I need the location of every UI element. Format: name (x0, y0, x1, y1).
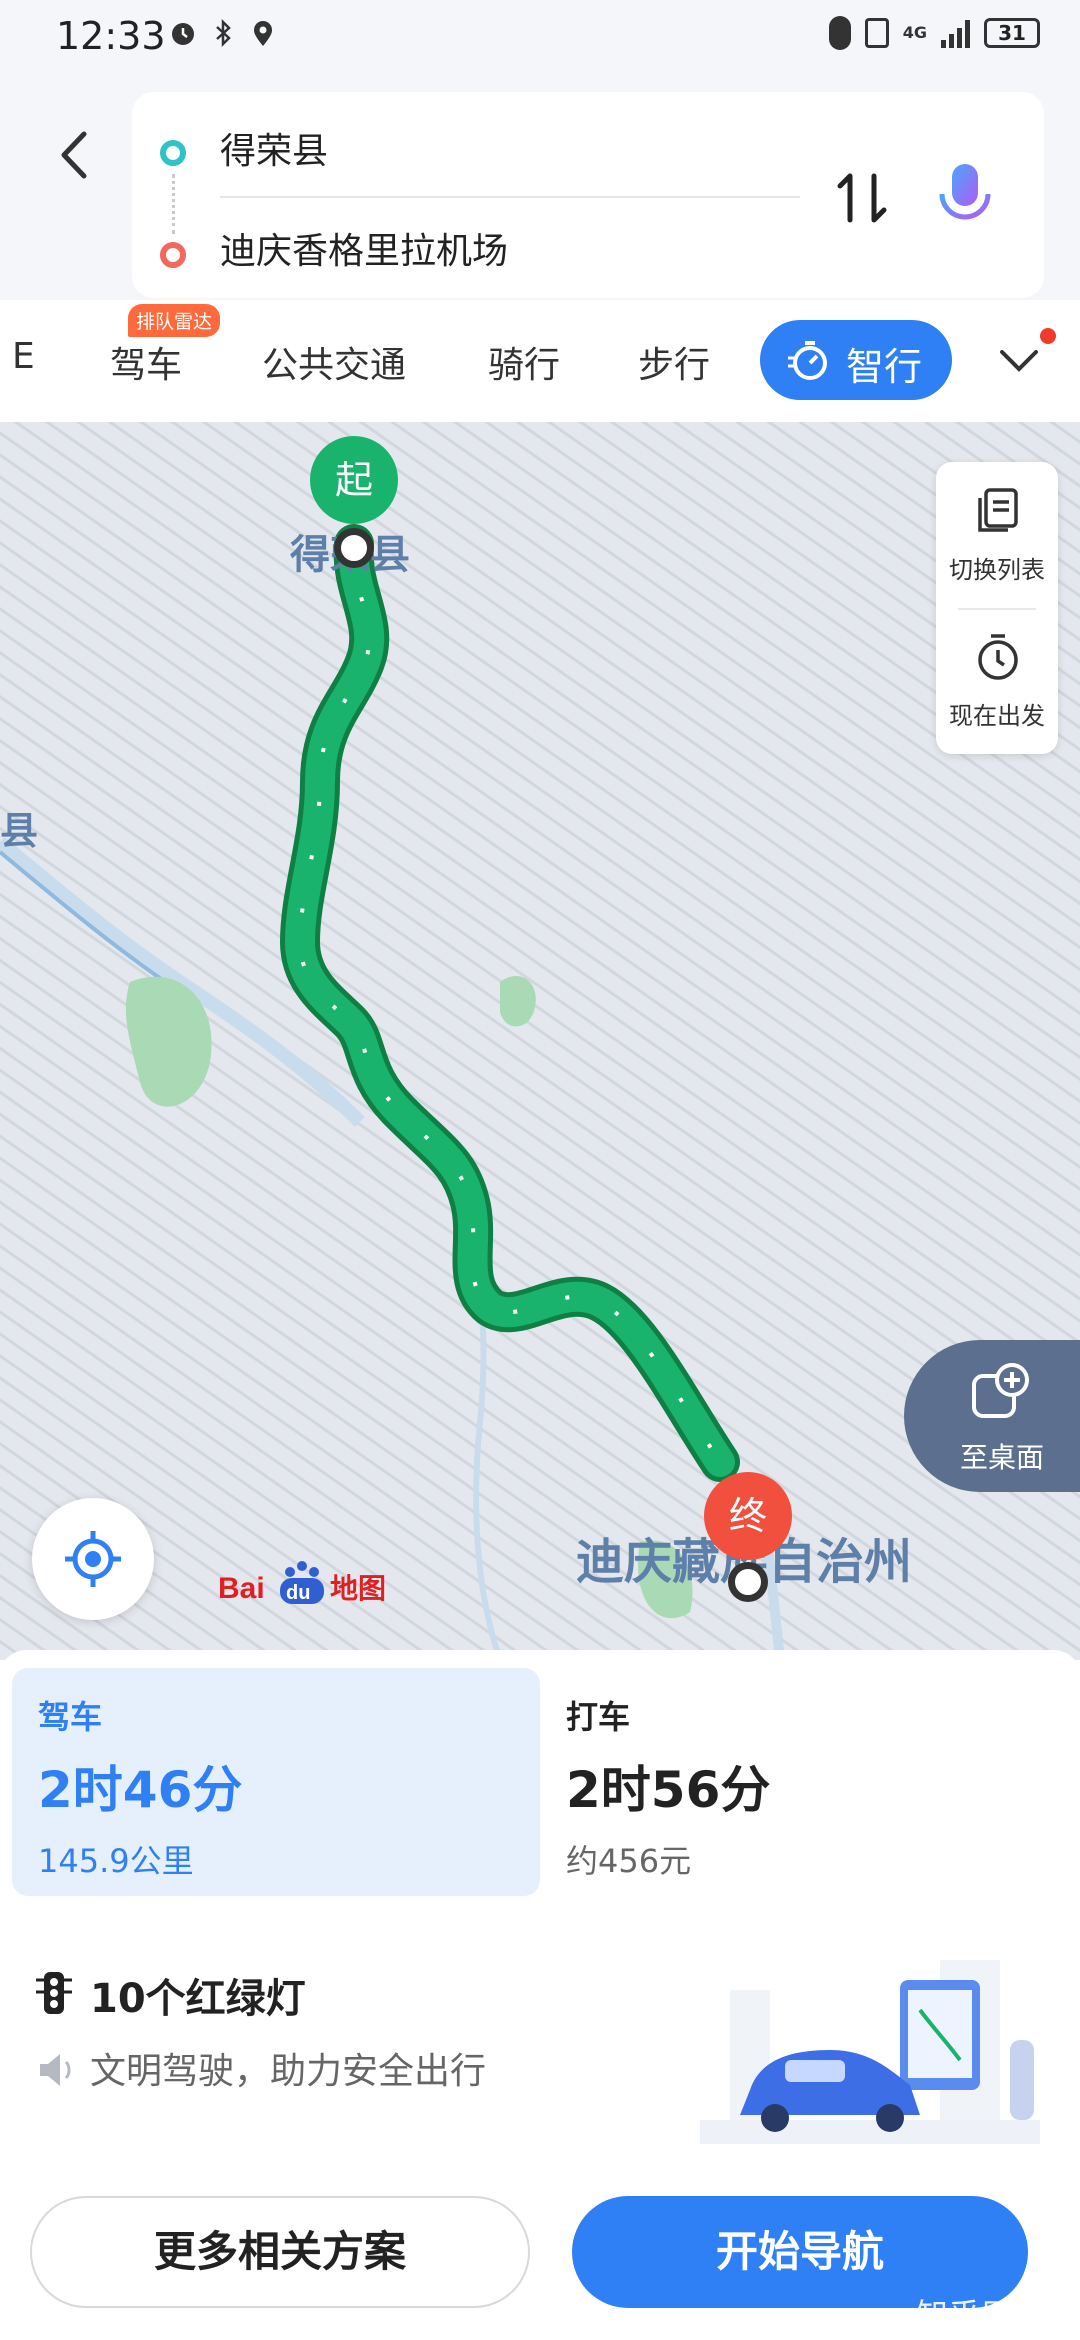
speaker-icon (40, 2054, 71, 2086)
end-point-ring (728, 1562, 768, 1602)
traffic-light-count: 10个红绿灯 (90, 1976, 306, 2022)
status-icons-left (168, 18, 278, 48)
network-type: 4G (902, 23, 927, 42)
destination-dot-icon (160, 242, 186, 268)
navigation-illustration (700, 1960, 1040, 2144)
tab-partial[interactable]: E (12, 336, 35, 377)
route-connector (172, 174, 175, 234)
add-to-desktop-button[interactable]: 至桌面 (904, 1340, 1080, 1492)
switch-list-label: 切换列表 (949, 556, 1045, 584)
switch-list-button[interactable]: 切换列表 (936, 462, 1058, 608)
map-label-left-county: 县 (0, 809, 39, 853)
status-time: 12:33 (56, 14, 166, 58)
baidu-map-logo: Bai du 地图 (218, 1561, 386, 1605)
voice-input-button[interactable] (932, 158, 998, 238)
end-marker[interactable]: 终 (704, 1472, 792, 1560)
alarm-icon (168, 18, 198, 48)
more-modes-button[interactable] (994, 336, 1044, 386)
traffic-light-icon (36, 1972, 72, 2014)
plan-card-drive[interactable]: 驾车 2时46分 145.9公里 (12, 1668, 540, 1896)
svg-text:du: du (286, 1582, 310, 1604)
list-icon (978, 488, 1018, 532)
origin-dot-icon (160, 140, 186, 166)
start-marker[interactable]: 起 (310, 436, 398, 524)
mic-status-icon (828, 16, 851, 50)
chevron-down-icon (1000, 350, 1038, 372)
tab-walk[interactable]: 步行 (638, 336, 710, 388)
queue-radar-badge: 排队雷达 (128, 304, 221, 337)
field-divider (220, 196, 800, 198)
depart-now-button[interactable]: 现在出发 (936, 608, 1058, 754)
map-side-panel: 切换列表 现在出发 (936, 462, 1058, 754)
vibrate-icon (864, 18, 889, 48)
locate-me-button[interactable] (32, 1498, 154, 1620)
watermark: 知乎用户 (916, 2296, 1045, 2334)
clock-icon (978, 634, 1018, 680)
origin-field[interactable]: 得荣县 (220, 122, 328, 174)
bluetooth-icon (208, 18, 238, 48)
route-header: 得荣县 迪庆香格里拉机场 (0, 80, 1080, 300)
tab-drive[interactable]: 驾车 (110, 336, 182, 388)
location-status-icon (248, 18, 278, 48)
plan-drive-duration: 2时46分 (38, 1761, 243, 1819)
battery-icon: 31 (984, 18, 1040, 48)
plan-drive-distance: 145.9公里 (38, 1842, 194, 1880)
travel-mode-tabs: E 排队雷达 驾车 公共交通 骑行 步行 智行 (0, 300, 1080, 422)
signal-icon (941, 18, 970, 48)
tab-smart[interactable]: 智行 (760, 320, 952, 400)
plan-card-taxi[interactable]: 打车 2时56分 约456元 (552, 1668, 1068, 1896)
plan-taxi-duration: 2时56分 (566, 1761, 771, 1819)
back-button[interactable] (50, 120, 100, 190)
status-bar: 12:33 4G 31 (0, 0, 1080, 80)
chevron-left-icon (61, 131, 87, 179)
tab-transit[interactable]: 公共交通 (262, 336, 406, 388)
tab-ride[interactable]: 骑行 (488, 336, 560, 388)
depart-now-label: 现在出发 (949, 702, 1045, 730)
tab-smart-label: 智行 (846, 345, 923, 389)
safety-tip: 文明驾驶，助力安全出行 (90, 2051, 487, 2092)
swap-button[interactable] (832, 168, 892, 228)
destination-field[interactable]: 迪庆香格里拉机场 (220, 222, 508, 274)
start-point-ring (334, 528, 374, 568)
route-map[interactable]: 得荣县 县 迪庆藏族自治州 起 终 切换列表 现在出发 至桌面 Bai du 地… (0, 422, 1080, 1660)
plan-taxi-price: 约456元 (566, 1842, 692, 1880)
more-plans-button[interactable]: 更多相关方案 (30, 2196, 530, 2308)
swap-icon (837, 173, 887, 223)
route-search-card: 得荣县 迪庆香格里拉机场 (132, 92, 1044, 298)
notification-dot (1040, 328, 1056, 344)
add-to-desktop-label: 至桌面 (960, 1441, 1045, 1474)
plan-taxi-title: 打车 (566, 1698, 631, 1736)
svg-text:地图: 地图 (330, 1572, 386, 1605)
status-icons-right: 4G 31 (828, 16, 1040, 50)
microphone-icon (939, 164, 991, 230)
crosshair-icon (65, 1531, 121, 1587)
route-plan-sheet: 驾车 2时46分 145.9公里 打车 2时56分 约456元 10个红绿灯 文… (0, 1650, 1080, 2340)
map-terrain (0, 422, 1080, 1660)
plan-drive-title: 驾车 (38, 1698, 103, 1736)
stopwatch-icon (788, 341, 827, 380)
add-shortcut-icon (972, 1363, 1029, 1418)
svg-text:Bai: Bai (218, 1572, 265, 1605)
